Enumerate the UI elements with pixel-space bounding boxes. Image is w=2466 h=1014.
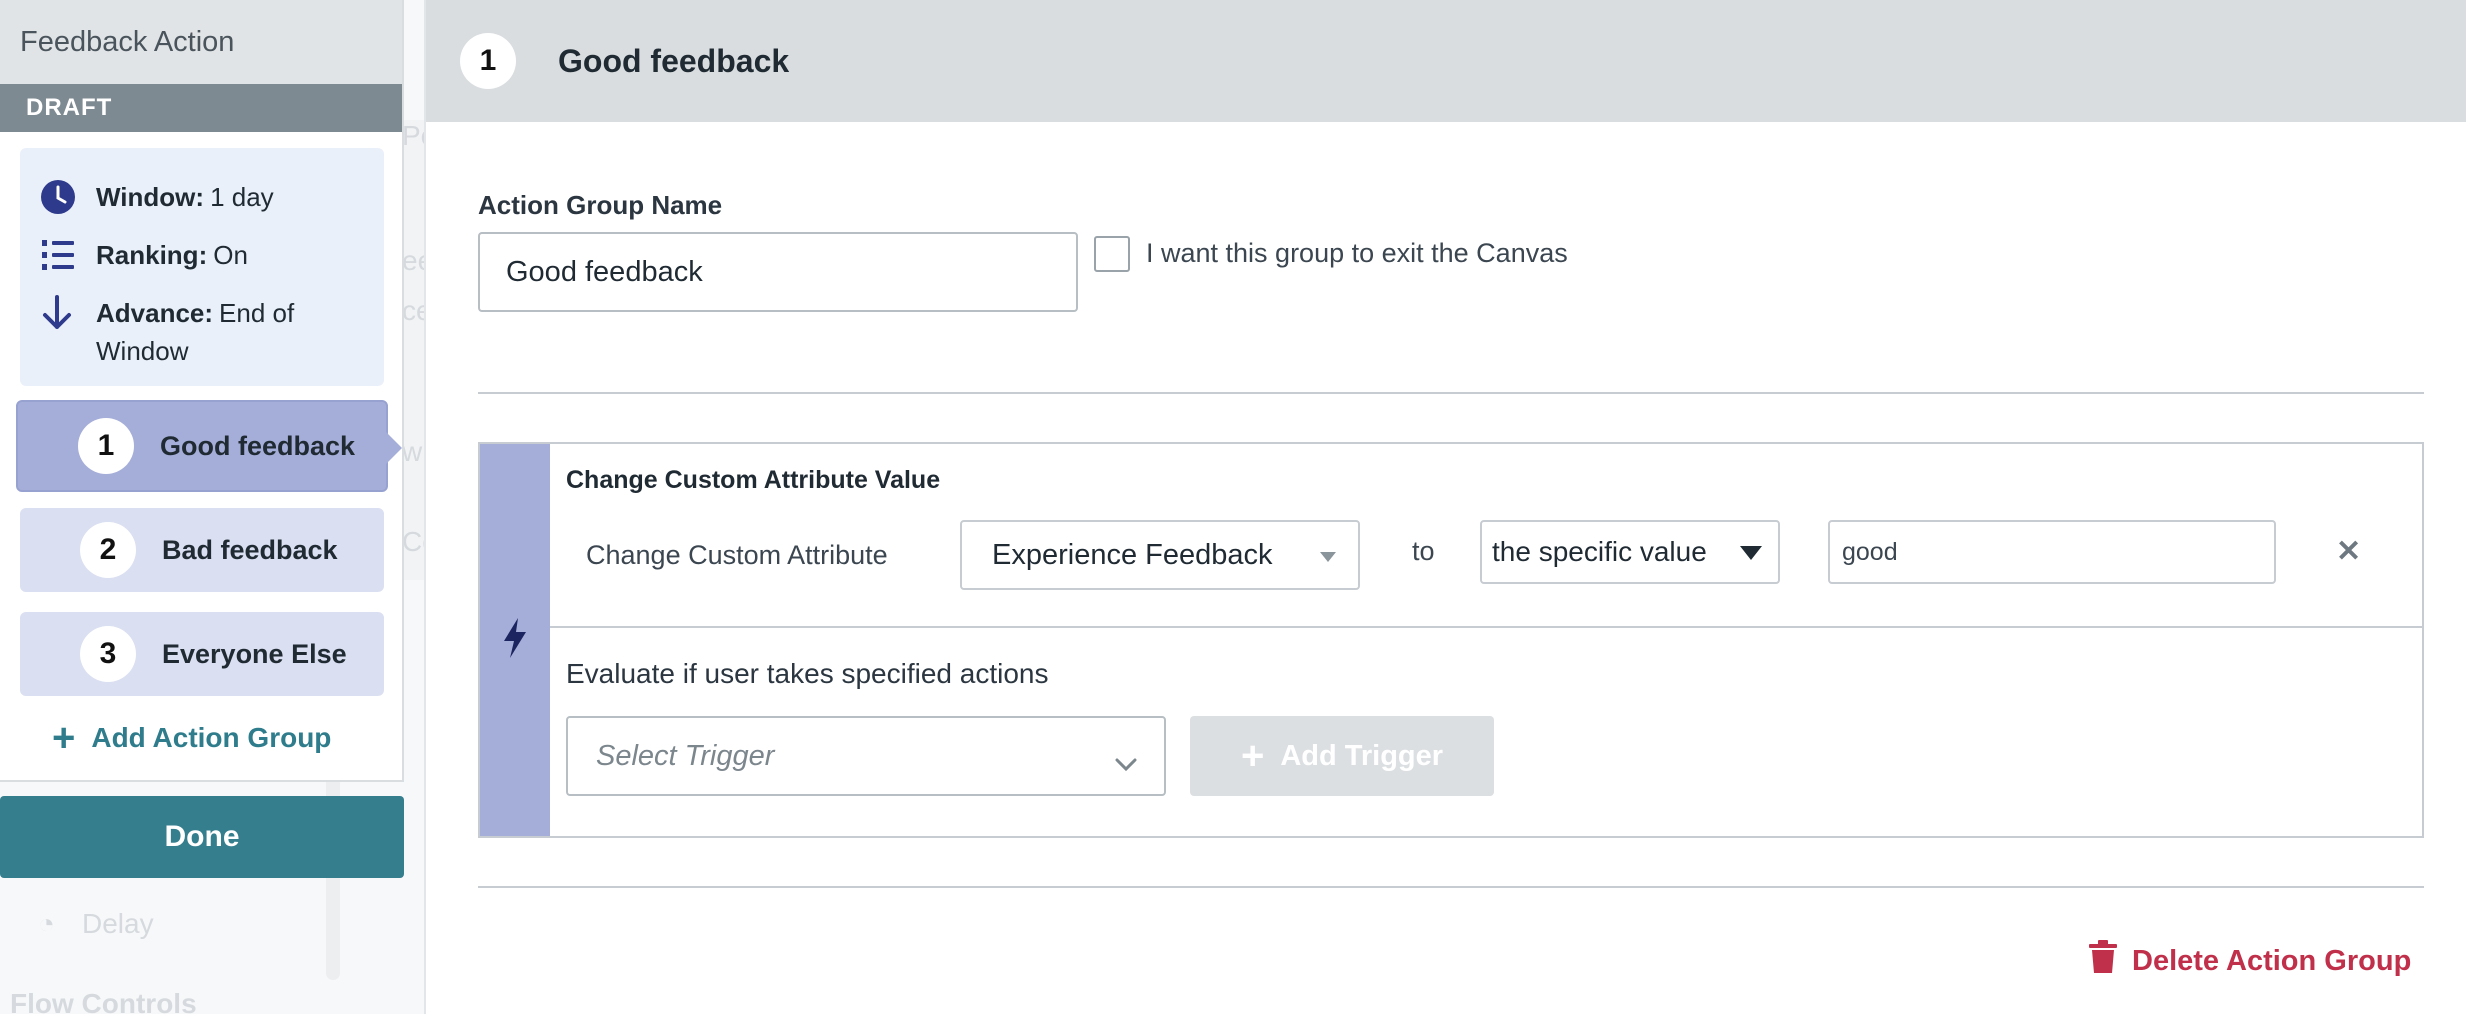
custom-attribute-select[interactable]: Experience Feedback (960, 520, 1360, 590)
editor-title: Good feedback (558, 42, 790, 79)
group-item-good-feedback[interactable]: 1 Good feedback (16, 400, 402, 492)
group-name: Everyone Else (162, 638, 347, 669)
chevron-down-icon (1114, 748, 1138, 781)
plus-icon: + (1240, 734, 1265, 778)
value-mode-select[interactable]: the specific value (1480, 520, 1780, 584)
panel-title: Feedback Action (0, 0, 402, 84)
clock-icon (40, 178, 96, 216)
divider (478, 886, 2424, 888)
custom-attribute-value: Experience Feedback (992, 538, 1273, 571)
delete-action-group-label: Delete Action Group (2132, 944, 2412, 977)
lightning-bolt-icon (502, 617, 528, 664)
evaluate-label: Evaluate if user takes specified actions (566, 658, 1049, 689)
value-mode-value: the specific value (1492, 536, 1707, 567)
group-name: Good feedback (160, 430, 356, 461)
exit-canvas-label[interactable]: I want this group to exit the Canvas (1146, 238, 1568, 269)
action-card-strip (480, 444, 550, 836)
action-group-editor: 1 Good feedback Action Group Name I want… (424, 0, 2466, 1014)
group-number-badge: 3 (80, 626, 136, 682)
select-trigger-dropdown[interactable]: Select Trigger (566, 716, 1166, 796)
ghost-delay-label: Delay (82, 908, 154, 939)
window-row: Window: 1 day (40, 178, 384, 216)
delete-action-group-button[interactable]: Delete Action Group (2088, 940, 2411, 982)
ranking-row: Ranking: On (40, 236, 384, 274)
done-button[interactable]: Done (0, 796, 404, 878)
active-indicator-arrow (386, 432, 402, 464)
window-value: 1 day (210, 182, 274, 212)
change-attribute-label: Change Custom Attribute (586, 540, 888, 570)
action-group-name-label: Action Group Name (478, 190, 723, 220)
draft-status-bar: DRAFT (0, 84, 402, 132)
caret-down-icon (1320, 552, 1336, 562)
advance-label: Advance: (96, 298, 214, 328)
group-number-badge: 2 (80, 522, 136, 578)
action-group-name-input[interactable] (478, 232, 1078, 312)
action-groups-panel: Feedback Action DRAFT Window: 1 day Ranki… (0, 0, 404, 782)
add-trigger-label: Add Trigger (1280, 739, 1444, 772)
ranking-value: On (213, 240, 248, 270)
advance-row: Advance: End of Window (40, 294, 384, 370)
change-attribute-action: Change Custom Attribute Value Change Cus… (550, 444, 2422, 628)
group-item-bad-feedback[interactable]: 2 Bad feedback (20, 508, 384, 592)
action-title: Change Custom Attribute Value (566, 466, 941, 494)
attribute-value-input[interactable] (1828, 520, 2276, 584)
exit-canvas-checkbox[interactable] (1094, 236, 1130, 272)
trigger-placeholder: Select Trigger (596, 739, 775, 772)
trash-icon (2088, 940, 2118, 982)
editor-header: 1 Good feedback (426, 0, 2466, 122)
add-action-group-label: Add Action Group (91, 722, 332, 753)
ranking-label: Ranking: (96, 240, 208, 270)
window-label: Window: (96, 182, 205, 212)
ghost-flow-controls: Flow Controls (10, 988, 197, 1014)
delay-step-icon: ◔ (38, 908, 55, 939)
action-card: Change Custom Attribute Value Change Cus… (478, 442, 2424, 838)
to-label: to (1412, 536, 1435, 566)
caret-down-icon (1740, 546, 1762, 560)
group-item-everyone-else[interactable]: 3 Everyone Else (20, 612, 384, 696)
group-name: Bad feedback (162, 534, 338, 565)
add-action-group-button[interactable]: + Add Action Group (52, 718, 331, 758)
group-number-badge: 1 (78, 418, 134, 474)
close-icon[interactable]: ✕ (2336, 534, 2361, 569)
divider (478, 392, 2424, 394)
plus-icon: + (52, 716, 76, 760)
add-trigger-button[interactable]: + Add Trigger (1190, 716, 1494, 796)
arrow-down-icon (40, 294, 96, 332)
ranked-list-icon (40, 236, 96, 274)
group-number-badge: 1 (460, 33, 516, 89)
step-settings-summary[interactable]: Window: 1 day Ranking: On Advance: End of W… (20, 148, 384, 386)
